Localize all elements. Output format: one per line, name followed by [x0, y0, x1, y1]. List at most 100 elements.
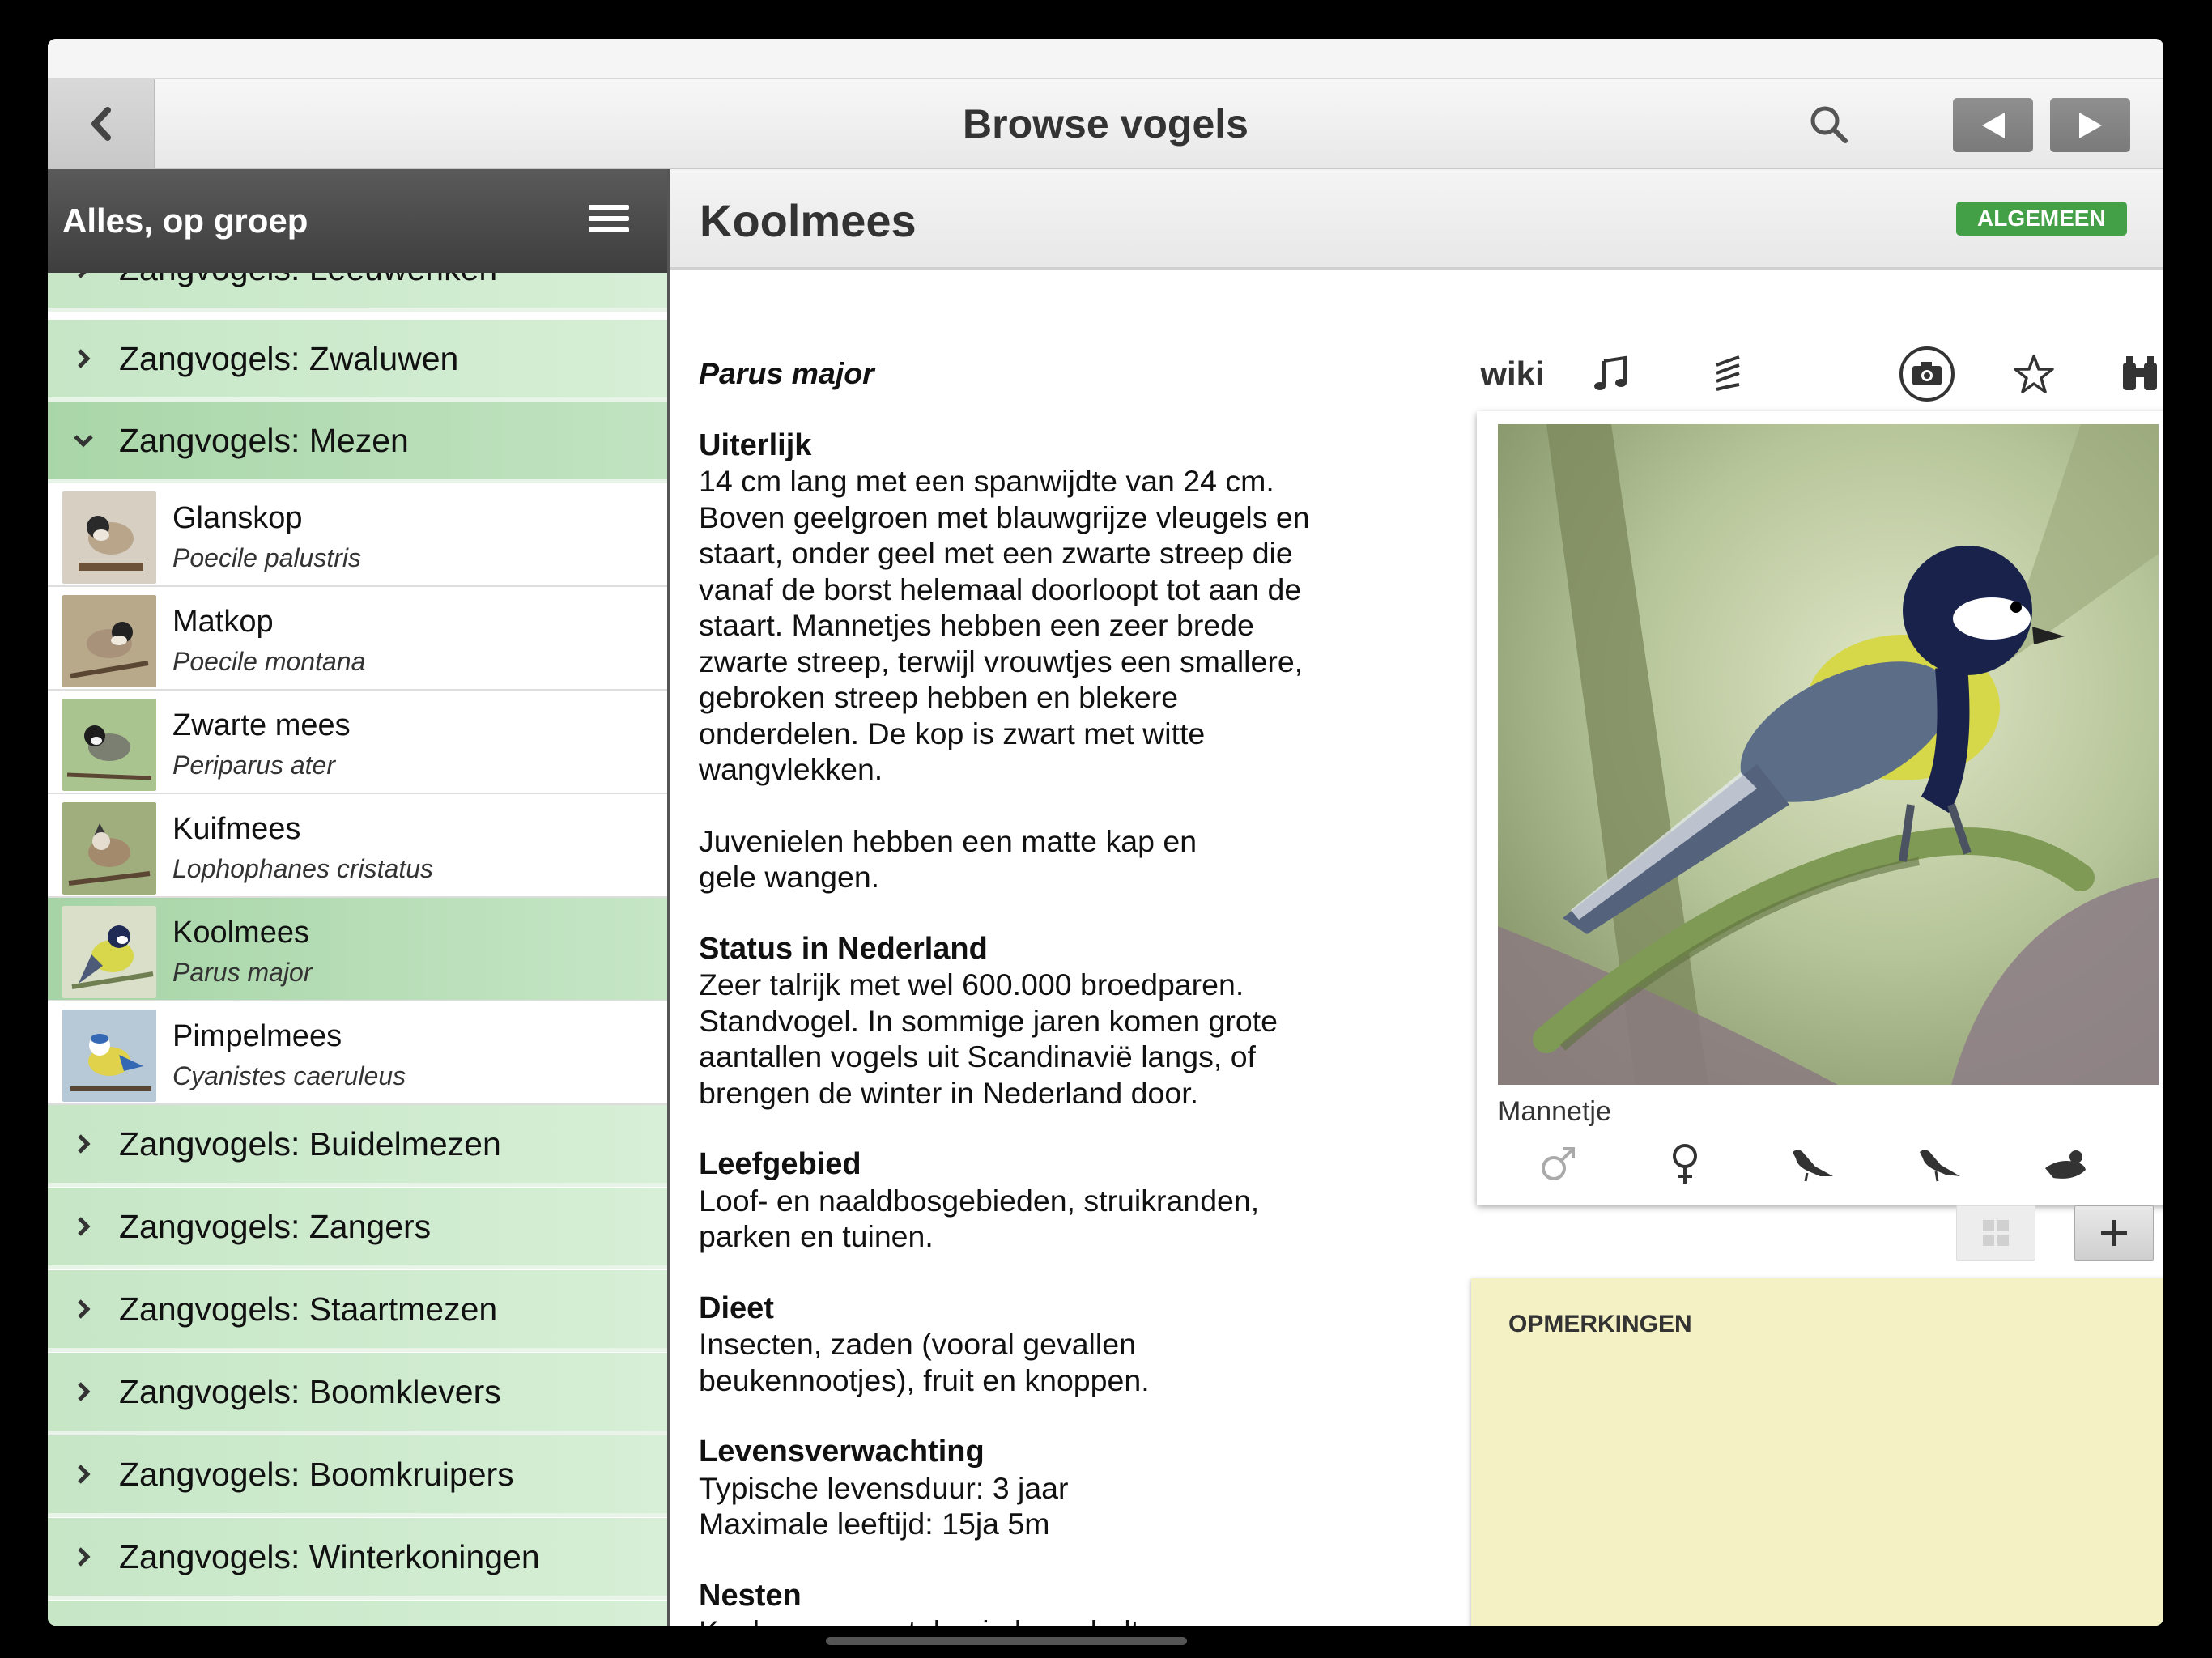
group-row[interactable] — [48, 1601, 667, 1626]
bird-row-zwarte-mees[interactable]: Zwarte mees Periparus ater — [48, 691, 667, 794]
top-nav-bar: Browse vogels — [48, 78, 2163, 171]
bird-name: Matkop — [172, 605, 274, 639]
photo-card: Mannetje — [1477, 411, 2163, 1205]
star-icon — [2014, 355, 2054, 393]
bird-name: Pimpelmees — [172, 1019, 342, 1053]
bird-title: Koolmees — [700, 195, 917, 246]
tab-sightings[interactable] — [2112, 338, 2163, 410]
grid-icon — [1983, 1220, 2009, 1246]
bird-list-panel: Alles, op groep Zangvogels: Leeuweriken … — [48, 169, 670, 1626]
grid-view-button[interactable] — [1956, 1205, 2035, 1261]
section-heading: Leefgebied — [699, 1147, 861, 1181]
back-button[interactable] — [48, 79, 155, 168]
bird-swimming-icon — [2045, 1150, 2086, 1179]
tab-sound[interactable] — [1584, 338, 1640, 410]
search-button[interactable] — [1805, 100, 1853, 149]
bird-photo[interactable] — [1498, 424, 2159, 1085]
chevron-right-icon — [70, 1461, 96, 1487]
camera-icon — [1899, 346, 1955, 402]
chevron-right-icon — [70, 346, 96, 372]
section-heading: Nesten — [699, 1578, 802, 1613]
bird-perched-icon — [1793, 1150, 1833, 1182]
bird-row-matkop[interactable]: Matkop Poecile montana — [48, 587, 667, 691]
bird-latin-name: Poecile palustris — [172, 543, 361, 572]
swimming-filter-button[interactable] — [2034, 1132, 2099, 1197]
detail-header: Koolmees ALGEMEEN — [670, 169, 2163, 270]
perched-filter-button[interactable] — [1780, 1132, 1844, 1197]
photo-filter-row — [1477, 1132, 2163, 1197]
group-label: Zangvogels: Staartmezen — [119, 1290, 498, 1328]
status-bar — [48, 39, 2163, 78]
bird-row-kuifmees[interactable]: Kuifmees Lophophanes cristatus — [48, 794, 667, 898]
chevron-left-icon — [91, 107, 111, 141]
bird-row-glanskop[interactable]: Glanskop Poecile palustris — [48, 483, 667, 587]
triangle-left-icon — [1981, 112, 2005, 138]
group-row[interactable]: Zangvogels: Boomklevers — [48, 1353, 667, 1435]
home-indicator[interactable] — [826, 1637, 1187, 1645]
previous-bird-button[interactable] — [1953, 98, 2033, 152]
tab-photos[interactable] — [1896, 338, 1958, 410]
bird-detail-panel: Koolmees ALGEMEEN Parus major Uiterlijk … — [670, 169, 2163, 1626]
hamburger-icon[interactable] — [589, 205, 629, 237]
section-text: Typische levensduur: 3 jaar Maximale lee… — [699, 1470, 1069, 1541]
status-badge: ALGEMEEN — [1956, 202, 2127, 236]
chevron-right-icon — [70, 1379, 96, 1405]
tab-favorite[interactable] — [2006, 338, 2062, 410]
section-text: 14 cm lang met een spanwijdte van 24 cm.… — [699, 464, 1310, 786]
music-note-icon — [1594, 355, 1627, 390]
latin-name: Parus major — [699, 356, 874, 390]
male-filter-button[interactable] — [1525, 1132, 1590, 1197]
section-text: Juvenielen hebben een matte kap en gele … — [699, 823, 1197, 895]
search-icon — [1810, 106, 1848, 143]
bird-thumbnail — [62, 906, 156, 998]
add-photo-button[interactable] — [2074, 1205, 2154, 1261]
list-title: Alles, op groep — [62, 202, 308, 240]
section-text: Koolmezen nestelen in boomholtes en mure… — [699, 1613, 1363, 1626]
binoculars-icon — [2123, 356, 2157, 390]
bird-thumbnail — [62, 802, 156, 895]
group-row[interactable]: Zangvogels: Winterkoningen — [48, 1518, 667, 1600]
tab-sonogram[interactable] — [1699, 338, 1756, 410]
flying-filter-button[interactable] — [1907, 1132, 1972, 1197]
bird-flying-icon — [1920, 1150, 1960, 1182]
group-label: Zangvogels: Zwaluwen — [119, 340, 459, 377]
tab-wiki[interactable]: wiki — [1468, 338, 1557, 410]
group-label: Zangvogels: Winterkoningen — [119, 1538, 540, 1575]
media-tabs: wiki — [1468, 338, 2163, 410]
notes-area[interactable]: OPMERKINGEN — [1471, 1278, 2163, 1626]
bird-thumbnail — [62, 491, 156, 584]
section-text: Loof- en naaldbosgebieden, struikranden,… — [699, 1183, 1260, 1254]
group-row[interactable]: Zangvogels: Zangers — [48, 1188, 667, 1269]
triangle-right-icon — [2078, 112, 2102, 138]
bird-thumbnail — [62, 595, 156, 687]
section-heading: Status in Nederland — [699, 931, 988, 966]
bird-name: Kuifmees — [172, 812, 301, 846]
group-row[interactable]: Zangvogels: Boomkruipers — [48, 1435, 667, 1517]
group-label: Zangvogels: Boomklevers — [119, 1373, 501, 1410]
bird-name: Koolmees — [172, 916, 309, 950]
photo-caption: Mannetje — [1498, 1096, 1611, 1127]
group-row[interactable]: Zangvogels: Buidelmezen — [48, 1105, 667, 1187]
section-heading: Uiterlijk — [699, 427, 812, 462]
group-label: Zangvogels: Zangers — [119, 1208, 432, 1245]
next-bird-button[interactable] — [2050, 98, 2130, 152]
section-text: Insecten, zaden (vooral gevallen beukenn… — [699, 1327, 1150, 1397]
plus-icon — [2101, 1220, 2127, 1246]
bird-latin-name: Lophophanes cristatus — [172, 854, 433, 883]
bird-name: Zwarte mees — [172, 708, 351, 742]
group-row[interactable]: Zangvogels: Zwaluwen — [48, 320, 667, 402]
bird-latin-name: Periparus ater — [172, 750, 335, 780]
group-label: Zangvogels: Mezen — [119, 422, 409, 459]
bird-row-pimpelmees[interactable]: Pimpelmees Cyanistes caeruleus — [48, 1001, 667, 1105]
app-window: Browse vogels Alles, op groep Zangvogels… — [48, 39, 2163, 1626]
chevron-down-icon — [70, 427, 96, 453]
group-row-expanded[interactable]: Zangvogels: Mezen — [48, 402, 667, 483]
bird-latin-name: Cyanistes caeruleus — [172, 1061, 406, 1090]
female-filter-button[interactable] — [1653, 1132, 1717, 1197]
section-heading: Dieet — [699, 1290, 774, 1325]
group-label: Zangvogels: Boomkruipers — [119, 1456, 514, 1493]
section-heading: Levensverwachting — [699, 1435, 985, 1469]
bird-thumbnail — [62, 699, 156, 791]
group-row[interactable]: Zangvogels: Staartmezen — [48, 1270, 667, 1352]
bird-row-koolmees[interactable]: Koolmees Parus major — [48, 898, 667, 1001]
